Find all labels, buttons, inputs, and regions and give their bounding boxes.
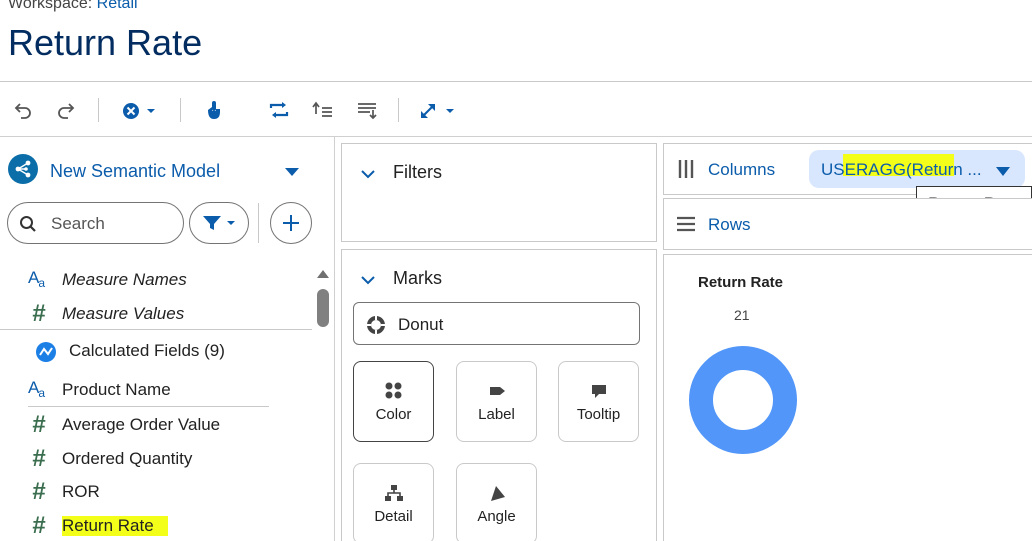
field-label: Measure Values: [62, 304, 185, 323]
visualization-canvas: Return Rate 21: [663, 254, 1032, 541]
donut-chart: [689, 346, 797, 454]
fit-icon[interactable]: [418, 96, 458, 124]
label-button[interactable]: Label: [456, 361, 537, 442]
donut-slice[interactable]: [689, 346, 797, 454]
sort-ascending-icon[interactable]: [310, 96, 336, 124]
field-divider: [0, 329, 312, 330]
scrollbar-thumb[interactable]: [317, 289, 329, 327]
mark-type-select[interactable]: Donut: [353, 302, 640, 345]
data-label: 21: [734, 307, 750, 323]
filters-label: Filters: [393, 162, 442, 182]
mark-type-value: Donut: [398, 315, 444, 334]
chevron-down-icon: [227, 221, 235, 225]
chevron-down-icon[interactable]: [360, 167, 376, 185]
workspace-breadcrumb: Workspace: Retail: [8, 0, 138, 13]
search-input[interactable]: Search: [7, 202, 184, 244]
page-title: Return Rate: [8, 22, 203, 63]
field-label: Ordered Quantity: [62, 449, 193, 468]
field-folder[interactable]: Calculated Fields (9): [0, 336, 310, 366]
filter-icon: [203, 216, 221, 230]
columns-label: Columns: [708, 160, 776, 179]
filter-button[interactable]: [189, 202, 249, 244]
filters-card: Filters: [341, 143, 657, 242]
detail-label: Detail: [374, 508, 413, 525]
number-field-icon: #: [32, 478, 46, 505]
header-divider: [0, 81, 1032, 82]
scroll-up-arrow[interactable]: [316, 267, 330, 285]
panel-divider: [334, 137, 335, 541]
text-field-icon: Aa: [28, 378, 46, 400]
chevron-down-icon[interactable]: [360, 273, 376, 291]
text-field-icon: Aa: [28, 268, 46, 290]
columns-field-pill[interactable]: USERAGG(Return ...: [809, 150, 1025, 188]
toolbar: [0, 90, 1032, 130]
field-item[interactable]: # Average Order Value: [0, 410, 310, 440]
clear-icon[interactable]: [118, 96, 160, 124]
rows-shelf[interactable]: Rows: [663, 198, 1032, 250]
plus-icon: [283, 215, 299, 231]
field-label: Average Order Value: [62, 415, 221, 434]
page: Workspace: Retail Return Rate New Semant…: [0, 0, 1032, 541]
donut-icon: [366, 315, 386, 340]
field-label: Product Name: [62, 380, 171, 399]
search-divider: [258, 203, 259, 243]
number-field-icon: #: [32, 512, 46, 539]
angle-label: Angle: [477, 508, 516, 525]
workspace-prefix: Workspace:: [8, 0, 93, 12]
chart-title: Return Rate: [698, 274, 784, 291]
label-label: Label: [478, 406, 515, 423]
calculated-field-icon: [35, 341, 57, 368]
number-field-icon: #: [32, 445, 46, 472]
swap-icon[interactable]: [266, 96, 292, 124]
field-label: Return Rate: [62, 516, 168, 536]
field-divider: [28, 406, 269, 407]
angle-button[interactable]: Angle: [456, 463, 537, 541]
tooltip-button[interactable]: Tooltip: [558, 361, 639, 442]
number-field-icon: #: [32, 411, 46, 438]
semantic-model-name[interactable]: New Semantic Model: [50, 161, 220, 182]
field-label: Measure Names: [62, 270, 187, 289]
workspace-link[interactable]: Retail: [97, 0, 138, 12]
detail-button[interactable]: Detail: [353, 463, 434, 541]
label-icon: [457, 382, 536, 400]
rows-icon: [676, 215, 696, 238]
redo-icon[interactable]: [53, 96, 79, 124]
data-panel: New Semantic Model Search Aa Measure Nam…: [0, 137, 334, 541]
color-icon: [354, 382, 433, 400]
field-label: ROR: [62, 482, 100, 501]
toolbar-divider: [180, 98, 181, 122]
field-label: Calculated Fields (9): [69, 341, 225, 360]
toolbar-divider: [398, 98, 399, 122]
color-label: Color: [375, 406, 412, 423]
search-placeholder: Search: [51, 214, 105, 233]
field-item[interactable]: Aa Measure Names: [0, 265, 310, 295]
field-item-selected[interactable]: # Return Rate: [0, 511, 310, 541]
search-icon: [19, 215, 37, 238]
marks-label: Marks: [393, 268, 442, 288]
color-button[interactable]: Color: [353, 361, 434, 442]
toolbar-divider: [98, 98, 99, 122]
chevron-down-icon[interactable]: [995, 165, 1011, 183]
add-field-button[interactable]: [270, 202, 312, 244]
detail-icon: [354, 484, 433, 502]
touch-icon[interactable]: [201, 96, 227, 124]
angle-icon: [457, 484, 536, 502]
tooltip-label: Tooltip: [576, 406, 621, 423]
tooltip-icon: [559, 382, 638, 400]
number-field-icon: #: [32, 300, 46, 327]
field-item[interactable]: # Ordered Quantity: [0, 444, 310, 474]
field-item[interactable]: # Measure Values: [0, 299, 310, 329]
columns-icon: [677, 159, 695, 184]
field-item[interactable]: # ROR: [0, 477, 310, 507]
columns-pill-label: USERAGG(Return ...: [821, 160, 982, 179]
sort-descending-icon[interactable]: [354, 96, 380, 124]
field-item[interactable]: Aa Product Name: [0, 375, 310, 405]
undo-icon[interactable]: [10, 96, 36, 124]
chevron-down-icon[interactable]: [284, 165, 300, 183]
rows-label: Rows: [708, 215, 751, 234]
semantic-model-icon: [8, 154, 38, 184]
